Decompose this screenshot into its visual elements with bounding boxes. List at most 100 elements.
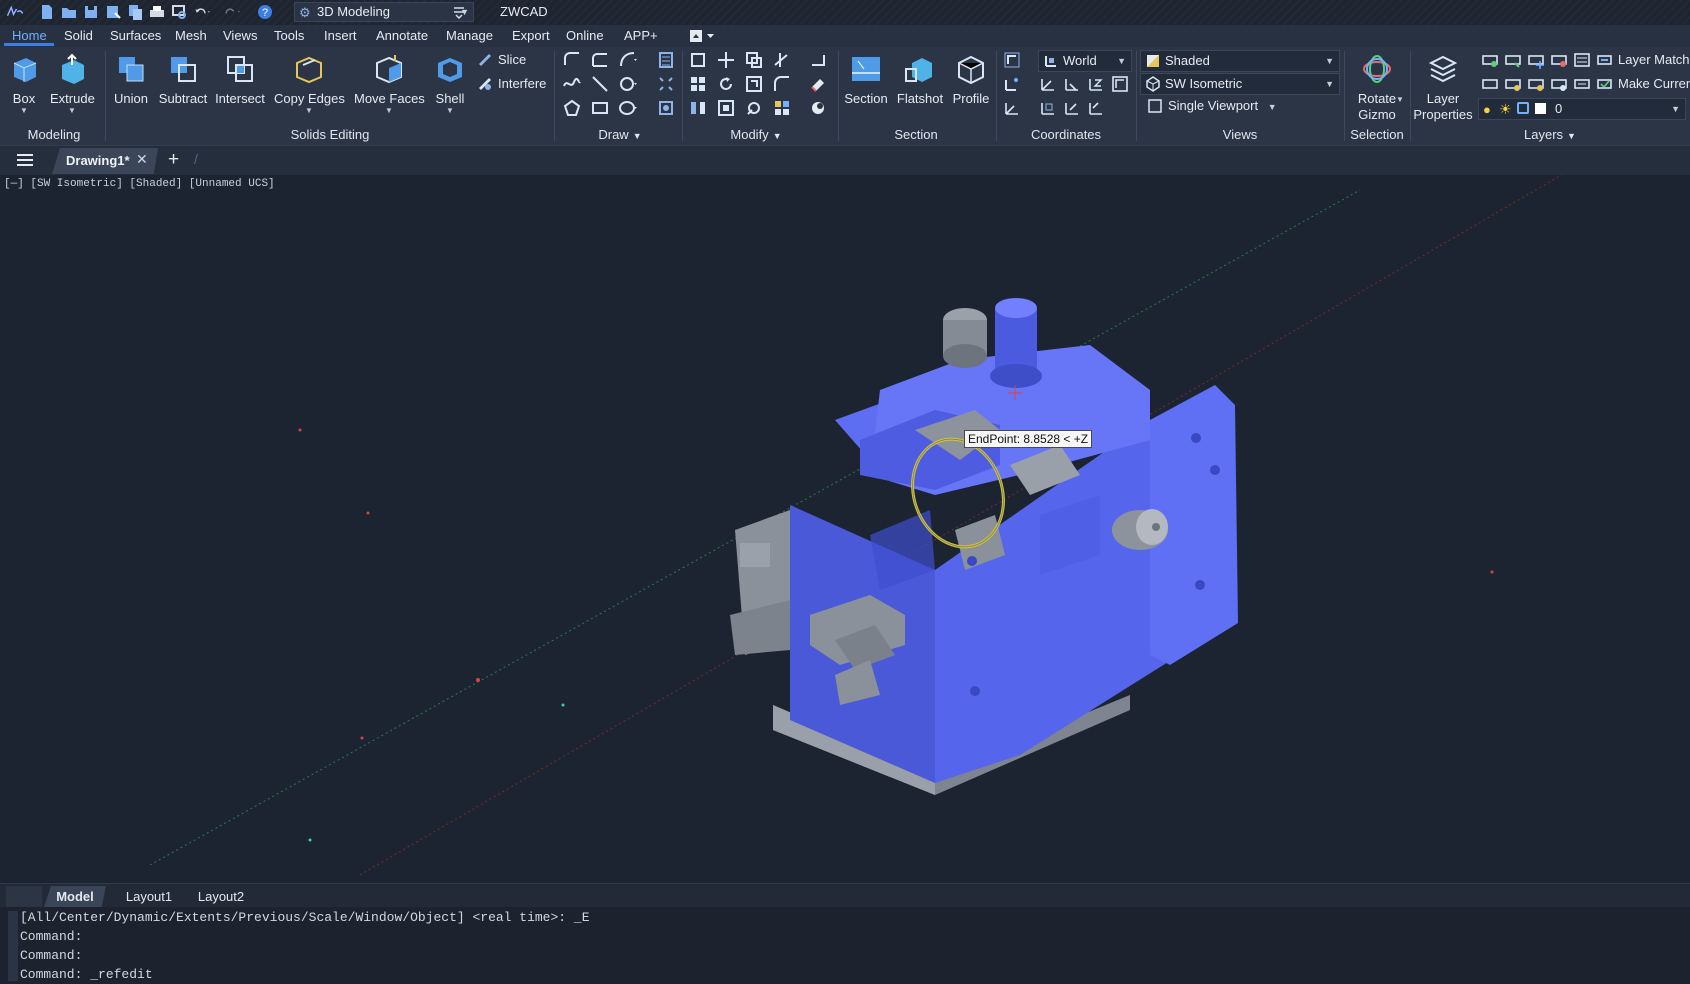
command-line-grip[interactable] [8,911,18,981]
customize-toolbar-icon[interactable] [452,5,466,20]
line-icon[interactable] [590,74,610,94]
circle-icon[interactable] [618,74,638,94]
open-file-icon[interactable] [60,3,78,21]
ellipse-icon[interactable] [618,98,638,118]
point-icon[interactable] [656,74,676,94]
menu-insert[interactable]: Insert [324,28,357,45]
tab-layout1[interactable]: Layout1 [118,886,180,907]
polyline-icon[interactable] [562,50,582,70]
layer-match-button[interactable]: Layer Match [1596,50,1690,70]
menu-manage[interactable]: Manage [446,28,493,45]
move-icon[interactable] [716,50,736,70]
section-button[interactable]: Section [842,51,890,106]
ucs-face-icon[interactable] [1038,98,1058,118]
panel-draw-label[interactable]: Draw ▼ [592,127,648,142]
layer-unisolate-icon[interactable] [1503,74,1523,94]
shell-button[interactable]: Shell ▼ [432,51,468,115]
view-dropdown[interactable]: SW Isometric ▼ [1140,73,1340,95]
menu-online[interactable]: Online [566,28,604,45]
rotate-icon[interactable] [716,74,736,94]
stretch-icon[interactable] [808,50,828,70]
layer-properties-button[interactable]: Layer Properties [1412,51,1474,122]
ucs-icon[interactable] [1002,50,1022,70]
interfere-button[interactable]: Interfere [476,74,546,94]
menu-icon[interactable] [16,152,34,168]
region-icon[interactable] [656,98,676,118]
layer-on-icon[interactable] [1480,74,1500,94]
menu-mesh[interactable]: Mesh [175,28,207,45]
trim-icon[interactable] [772,50,792,70]
erase-icon[interactable] [688,50,708,70]
explode-icon[interactable] [744,98,764,118]
polygon-icon[interactable] [562,98,582,118]
mirror-icon[interactable] [688,98,708,118]
ucs-x-icon[interactable] [1038,74,1058,94]
union-button[interactable]: Union [110,51,152,106]
offset-icon[interactable] [716,98,736,118]
tab-model[interactable]: Model [44,886,106,907]
menu-app-plus[interactable]: APP+ [624,28,658,45]
join-icon[interactable] [808,98,828,118]
app-logo-icon[interactable] [6,3,30,21]
layer-walk-icon[interactable] [1572,50,1592,70]
new-tab-icon[interactable]: + [168,149,179,171]
box-button[interactable]: Box ▼ [6,51,42,115]
subtract-button[interactable]: Subtract [158,51,208,106]
layer-freeze-icon[interactable] [1526,50,1546,70]
layout-scroll-button[interactable] [6,886,42,907]
redo-icon[interactable] [224,3,250,21]
ribbon-toggle-icon[interactable] [688,29,718,43]
menu-annotate[interactable]: Annotate [376,28,428,45]
layer-isolate-icon[interactable] [1503,50,1523,70]
ucs-z-icon[interactable] [1086,74,1106,94]
save-icon[interactable] [82,3,100,21]
copy-object-icon[interactable] [744,50,764,70]
menu-solid[interactable]: Solid [64,28,93,45]
panel-layers-label[interactable]: Layers ▼ [1520,127,1580,142]
close-icon[interactable]: ✕ [136,151,148,168]
panel-modify-label[interactable]: Modify ▼ [726,127,786,142]
viewport-config-button[interactable]: Single Viewport ▼ [1146,96,1277,116]
ucs-previous-icon[interactable] [1086,98,1106,118]
new-file-icon[interactable] [38,3,56,21]
spline-icon[interactable] [562,74,582,94]
help-icon[interactable]: ? [256,3,274,21]
scale-icon[interactable] [744,74,764,94]
flatshot-button[interactable]: Flatshot [894,51,946,106]
intersect-button[interactable]: Intersect [214,51,266,106]
profile-button[interactable]: Profile [950,51,992,106]
fillet-icon[interactable] [772,74,792,94]
menu-surfaces[interactable]: Surfaces [110,28,161,45]
undo-icon[interactable] [194,3,220,21]
array-icon[interactable] [688,74,708,94]
workspace-dropdown[interactable]: ⚙ 3D Modeling ▼ [294,2,474,22]
extrude-button[interactable]: Extrude ▼ [50,51,95,115]
properties-icon[interactable] [772,98,792,118]
rectangle-icon[interactable] [590,98,610,118]
drawing-viewport[interactable]: [—] [SW Isometric] [Shaded] [Unnamed UCS… [0,175,1690,883]
copy-edges-button[interactable]: Copy Edges ▼ [274,51,345,115]
arc-icon[interactable] [618,50,638,70]
polyline-edit-icon[interactable] [590,50,610,70]
visual-style-dropdown[interactable]: Shaded ▼ [1140,50,1340,72]
slice-button[interactable]: Slice [476,50,526,70]
rotate-gizmo-button[interactable]: Rotate Gizmo [1350,51,1404,122]
menu-tools[interactable]: Tools [274,28,304,45]
ucs-view-icon[interactable] [1110,74,1130,94]
print-icon[interactable] [148,3,166,21]
layer-dropdown[interactable]: ● ☀ 0 ▼ [1478,98,1686,120]
ucs-y-icon[interactable] [1062,74,1082,94]
ucs-dropdown[interactable]: World ▼ [1038,50,1132,72]
tab-layout2[interactable]: Layout2 [190,886,252,907]
command-line[interactable]: [All/Center/Dynamic/Extents/Previous/Sca… [0,907,1690,984]
ucs-3point-icon[interactable] [1002,98,1022,118]
ucs-origin-icon[interactable] [1002,74,1022,94]
eraser-icon[interactable] [808,74,828,94]
layer-thaw-icon[interactable] [1526,74,1546,94]
menu-export[interactable]: Export [512,28,550,45]
menu-views[interactable]: Views [223,28,257,45]
make-current-button[interactable]: Make Current [1596,74,1690,94]
hatch-icon[interactable] [656,50,676,70]
copy-icon[interactable] [126,3,144,21]
layer-unlock-icon[interactable] [1549,74,1569,94]
